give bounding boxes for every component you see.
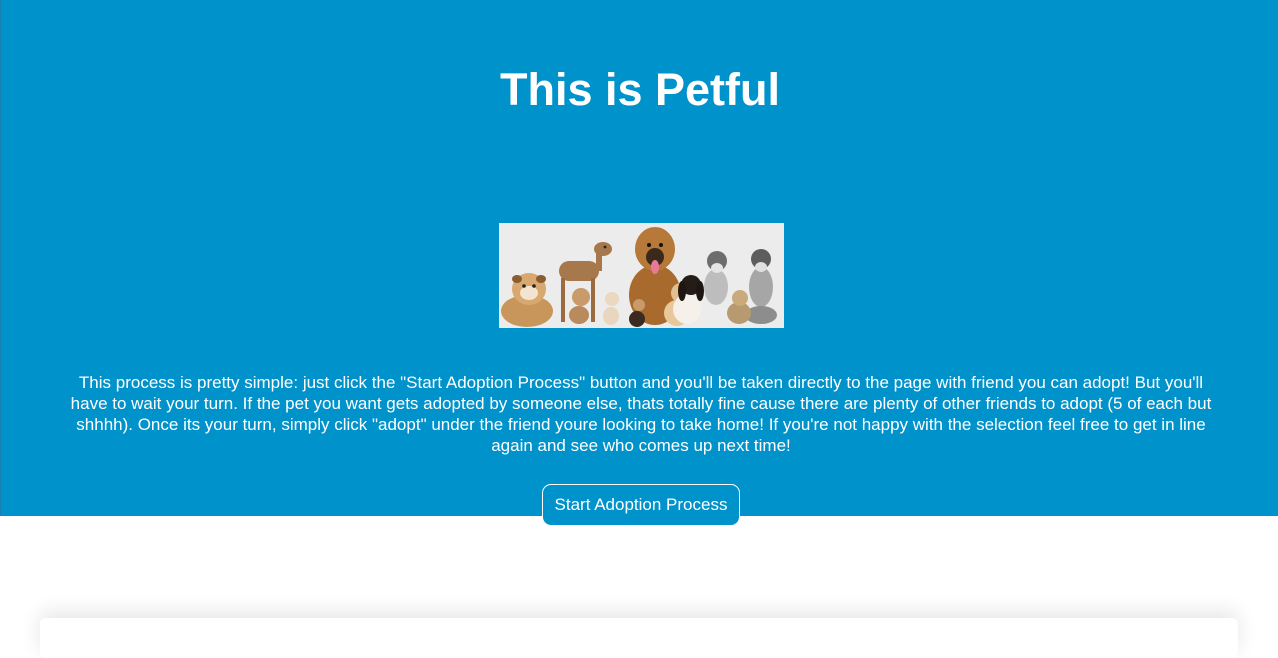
intro-description: This process is pretty simple: just clic… <box>70 373 1212 455</box>
start-adoption-button[interactable]: Start Adoption Process <box>542 484 740 526</box>
page-title: This is Petful <box>499 64 781 115</box>
dogs-group-image <box>499 223 784 328</box>
hero-section: This is Petful This process is pretty si… <box>0 0 1278 526</box>
content-card <box>40 618 1238 658</box>
